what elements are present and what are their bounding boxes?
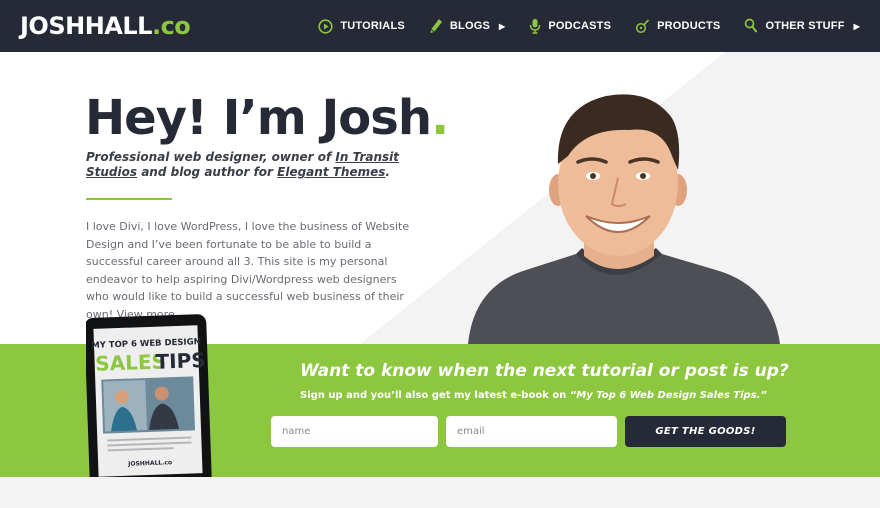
bio-paragraph: I love Divi, I love WordPress, I love th… — [86, 220, 410, 321]
ebook-tablet-image: MY TOP 6 WEB DESIGN SALES TIPS JOSHHALL.… — [86, 314, 223, 490]
optin-subtitle: Sign up and you’ll also get my latest e-… — [300, 390, 767, 401]
email-input[interactable] — [446, 416, 617, 447]
hero-section: Hey! I’m Josh. Professional web designer… — [0, 52, 880, 344]
hero-title: Hey! I’m Josh. — [85, 90, 449, 146]
nav-label-podcasts: PODCASTS — [548, 20, 612, 32]
pencil-icon — [430, 19, 442, 33]
nav-label-other-stuff: OTHER STUFF — [765, 20, 845, 32]
next-section-strip — [0, 477, 880, 508]
nav-item-tutorials[interactable]: TUTORIALS — [318, 18, 405, 34]
ebook-cover-line3: TIPS — [155, 348, 206, 374]
chevron-right-icon: ▶ — [853, 21, 860, 31]
hero-subtitle: Professional web designer, owner of In T… — [86, 150, 400, 179]
guitar-pick-icon — [636, 19, 650, 34]
main-menu: TUTORIALS BLOGS ▶ PODCASTS PRODUCTS OTHE… — [318, 0, 860, 52]
elegant-themes-link[interactable]: Elegant Themes — [277, 165, 385, 179]
nav-label-tutorials: TUTORIALS — [340, 20, 405, 32]
josh-portrait-photo — [468, 94, 780, 344]
green-divider — [86, 198, 172, 200]
get-the-goods-button[interactable]: GET THE GOODS! — [625, 416, 786, 447]
microphone-icon — [530, 19, 541, 34]
name-input[interactable] — [271, 416, 438, 447]
nav-label-products: PRODUCTS — [657, 20, 721, 32]
nav-item-products[interactable]: PRODUCTS — [635, 18, 720, 34]
top-nav: JOSHHALL.co TUTORIALS BLOGS ▶ PODCASTS P… — [0, 0, 880, 52]
play-circle-icon — [318, 18, 333, 34]
chevron-right-icon: ▶ — [499, 21, 506, 31]
nav-item-blogs[interactable]: BLOGS ▶ — [429, 18, 505, 34]
nav-item-podcasts[interactable]: PODCASTS — [529, 18, 611, 34]
nav-item-other-stuff[interactable]: OTHER STUFF ▶ — [744, 18, 860, 34]
magnifier-icon — [745, 18, 758, 33]
optin-title: Want to know when the next tutorial or p… — [300, 361, 789, 381]
site-logo[interactable]: JOSHHALL.co — [20, 12, 191, 40]
nav-label-blogs: BLOGS — [449, 20, 491, 32]
